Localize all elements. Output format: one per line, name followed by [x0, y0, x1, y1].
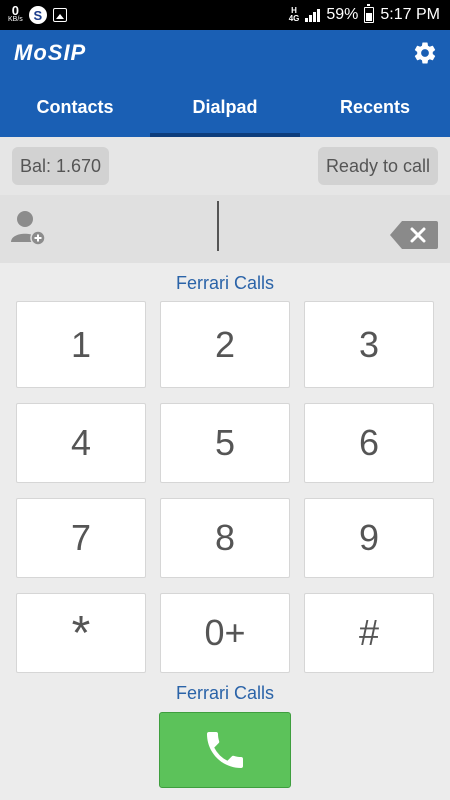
key-2[interactable]: 2: [160, 301, 290, 388]
text-cursor: [217, 201, 219, 251]
clock: 5:17 PM: [380, 6, 440, 23]
backspace-icon[interactable]: [390, 221, 438, 249]
dialpad: Ferrari Calls 1 2 3 4 5 6 7 8 9 * 0+ # F…: [0, 263, 450, 800]
app-header: MoSIP Contacts Dialpad Recents: [0, 30, 450, 137]
tab-bar: Contacts Dialpad Recents: [0, 77, 450, 137]
battery-percent: 59%: [326, 6, 359, 23]
s-app-icon: S: [28, 6, 47, 24]
key-hash[interactable]: #: [304, 593, 434, 673]
key-9[interactable]: 9: [304, 498, 434, 578]
signal-icon: [305, 8, 321, 22]
network-speed-value: 0: [11, 3, 20, 18]
tab-contacts[interactable]: Contacts: [0, 77, 150, 137]
key-0-plus[interactable]: 0+: [160, 593, 290, 673]
key-5[interactable]: 5: [160, 403, 290, 483]
network-type-icon: H 4G: [289, 7, 300, 23]
tab-recents[interactable]: Recents: [300, 77, 450, 137]
tab-dialpad[interactable]: Dialpad: [150, 77, 300, 137]
status-bar: 0 KB/s S H 4G 59% 5:17 PM: [0, 0, 450, 30]
battery-icon: [364, 4, 375, 23]
add-contact-icon[interactable]: [10, 209, 48, 247]
call-status-badge: Ready to call: [317, 147, 438, 185]
provider-label-bottom: Ferrari Calls: [175, 683, 274, 703]
key-8[interactable]: 8: [160, 498, 290, 578]
key-7[interactable]: 7: [16, 498, 146, 578]
network-sub: 4G: [288, 14, 300, 23]
key-4[interactable]: 4: [16, 403, 146, 483]
app-logo: MoSIP: [14, 40, 87, 65]
key-3[interactable]: 3: [304, 301, 434, 388]
call-button[interactable]: [159, 712, 291, 788]
phone-icon: [207, 732, 243, 768]
status-right: H 4G 59% 5:17 PM: [289, 3, 440, 27]
settings-gear-icon[interactable]: [412, 40, 438, 66]
network-speed: 0 KB/s: [8, 3, 23, 24]
provider-label-top: Ferrari Calls: [175, 273, 274, 293]
network-speed-unit: KB/s: [8, 16, 23, 23]
balance-badge: Bal: 1.670: [12, 147, 110, 185]
key-1[interactable]: 1: [16, 301, 146, 388]
key-star[interactable]: *: [16, 593, 146, 673]
image-icon: [52, 8, 67, 22]
key-6[interactable]: 6: [304, 403, 434, 483]
number-entry[interactable]: [0, 195, 450, 263]
info-bar: Bal: 1.670 Ready to call: [0, 137, 450, 195]
status-left: 0 KB/s S: [8, 3, 67, 27]
